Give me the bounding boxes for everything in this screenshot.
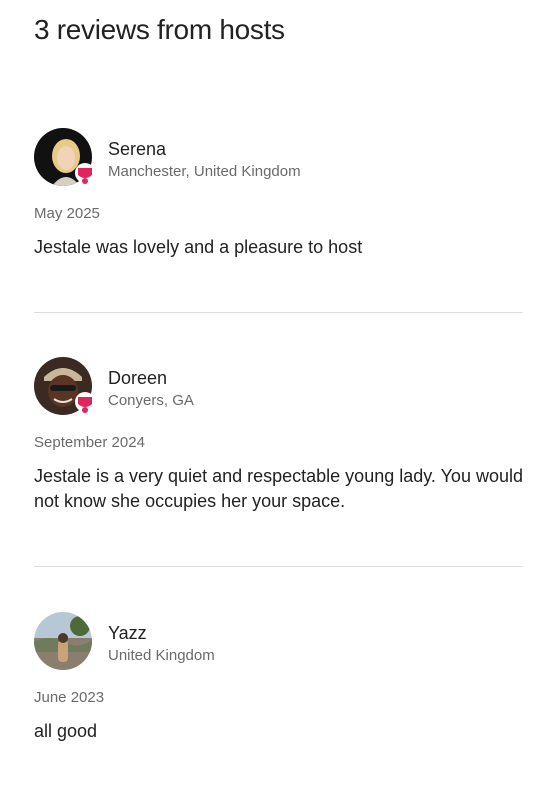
review-date: June 2023 [34,689,105,706]
superhost-badge-icon [75,163,95,184]
review-item: Serena Manchester, United Kingdom May 20… [34,128,523,260]
review-header: Yazz United Kingdom [34,612,523,670]
review-header: Doreen Conyers, GA [34,357,523,415]
reviewer-location: Conyers, GA [108,392,194,409]
superhost-badge-icon [75,392,95,413]
divider [34,312,523,313]
review-header: Serena Manchester, United Kingdom [34,128,523,186]
review-text: Jestale is a very quiet and respectable … [34,466,523,511]
review-text: Jestale was lovely and a pleasure to hos… [34,237,363,257]
review-text: all good [34,721,98,741]
reviewer-location: Manchester, United Kingdom [108,163,301,180]
review-date: September 2024 [34,434,145,451]
review-date: May 2025 [34,205,100,222]
page-title: 3 reviews from hosts [34,14,285,45]
avatar [34,612,92,670]
divider [34,566,523,567]
reviewer-avatar-link[interactable] [34,128,95,186]
review-item: Doreen Conyers, GA September 2024 Jestal… [34,357,523,514]
reviewer-name: Yazz [108,623,147,643]
reviewer-avatar-link[interactable] [34,357,95,415]
review-item: Yazz United Kingdom June 2023 all good [34,612,523,744]
reviewer-location: United Kingdom [108,647,215,664]
reviewer-name: Serena [108,139,167,159]
reviewer-avatar-link[interactable] [34,612,92,670]
reviewer-name: Doreen [108,368,168,388]
